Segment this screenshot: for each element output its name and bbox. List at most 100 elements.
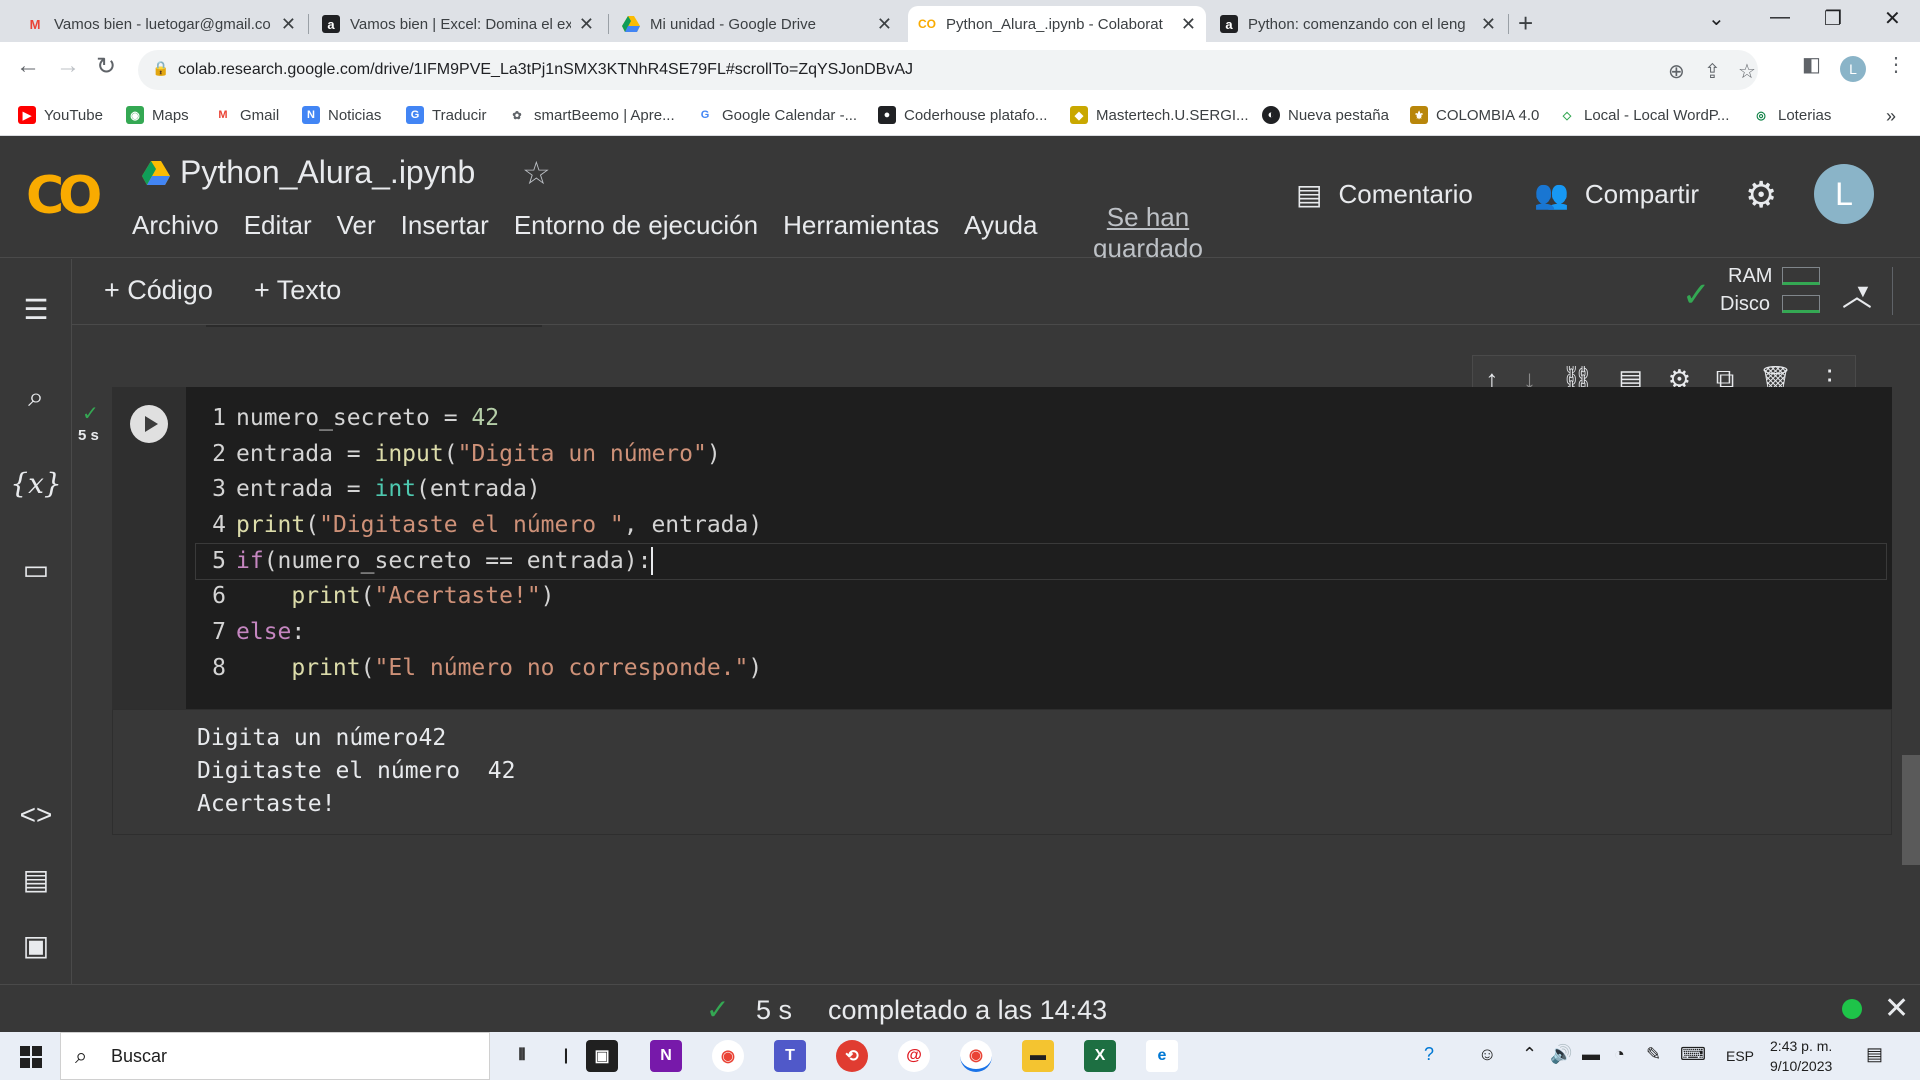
settings-gear-icon[interactable]: ⚙ <box>1745 174 1777 216</box>
code-line[interactable]: 8 print("El número no corresponde.") <box>196 651 1886 687</box>
search-icon[interactable]: ⌕ <box>0 381 72 414</box>
bookmark-maps[interactable]: ◉ Maps <box>126 106 189 124</box>
new-tab-button[interactable]: + <box>1518 8 1533 39</box>
notifications-icon[interactable]: ▤ <box>1866 1044 1883 1065</box>
help-icon[interactable]: ? <box>1424 1044 1434 1065</box>
table-of-contents-icon[interactable]: ☰ <box>0 293 72 326</box>
browser-tab-alura-python[interactable]: a Python: comenzando con el leng ✕ <box>1210 6 1506 42</box>
back-icon[interactable]: ← <box>16 52 40 80</box>
store-icon[interactable]: ▣ <box>586 1040 618 1072</box>
people-icon[interactable]: ☺ <box>1478 1044 1496 1065</box>
bookmark-youtube[interactable]: ▶ YouTube <box>18 106 103 124</box>
star-icon[interactable]: ☆ <box>522 154 551 192</box>
taskbar-search[interactable]: ⌕ Buscar <box>60 1032 490 1080</box>
notebook-title[interactable]: Python_Alura_.ipynb <box>142 154 475 191</box>
add-text-cell-button[interactable]: + Texto <box>254 275 341 306</box>
bookmark-mastertech[interactable]: ◆ Mastertech.U.SERGI... <box>1070 106 1249 124</box>
close-tab-icon[interactable]: ✕ <box>877 14 892 35</box>
file-explorer-icon[interactable]: ▬ <box>1022 1040 1054 1072</box>
share-page-icon[interactable]: ⇪ <box>1704 59 1721 84</box>
teams-icon[interactable]: T <box>774 1040 806 1072</box>
language-indicator[interactable]: ESP <box>1726 1048 1754 1064</box>
lock-icon[interactable]: 🔒 <box>152 60 169 77</box>
browser-tab-alura-excel[interactable]: a Vamos bien | Excel: Domina el ex ✕ <box>312 6 604 42</box>
zoom-icon[interactable]: ⊕ <box>1668 59 1685 84</box>
anydesk-icon[interactable]: ⟲ <box>836 1040 868 1072</box>
menu-ver[interactable]: Ver <box>337 210 376 241</box>
chrome-icon[interactable]: ◉ <box>712 1040 744 1072</box>
code-editor[interactable]: 1 numero_secreto = 42 2 entrada = input("D… <box>195 401 1887 687</box>
bookmark-star-icon[interactable]: ☆ <box>1738 59 1756 84</box>
code-cell[interactable]: 1 numero_secreto = 42 2 entrada = input("D… <box>112 387 1892 709</box>
collapse-header-icon[interactable]: ︿ <box>1842 271 1872 315</box>
tab-search-icon[interactable]: ⌄ <box>1708 6 1725 31</box>
colab-logo[interactable]: CO <box>26 166 102 226</box>
code-line[interactable]: 3 entrada = int(entrada) <box>196 472 1886 508</box>
address-bar[interactable]: 🔒 colab.research.google.com/drive/1IFM9P… <box>138 50 1758 90</box>
app-at-icon[interactable]: @ <box>898 1040 930 1072</box>
pen-icon[interactable]: ✎ <box>1646 1044 1661 1065</box>
excel-icon[interactable]: X <box>1084 1040 1116 1072</box>
browser-tab-colab[interactable]: CO Python_Alura_.ipynb - Colaborat ✕ <box>908 6 1206 42</box>
terminal-icon[interactable]: ▣ <box>0 929 72 962</box>
forward-icon[interactable]: → <box>56 52 80 80</box>
close-tab-icon[interactable]: ✕ <box>579 14 594 35</box>
bookmark-loterias[interactable]: ◎ Loterias <box>1752 106 1831 124</box>
code-line[interactable]: 1 numero_secreto = 42 <box>196 401 1886 437</box>
bookmark-coderhouse[interactable]: ● Coderhouse platafo... <box>878 106 1047 124</box>
clock[interactable]: 2:43 p. m. 9/10/2023 <box>1770 1036 1832 1076</box>
close-status-icon[interactable]: ✕ <box>1884 991 1909 1026</box>
code-line[interactable]: 4 print("Digitaste el número ", entrada) <box>196 508 1886 544</box>
bookmark-colombia[interactable]: ⚜ COLOMBIA 4.0 <box>1410 106 1539 124</box>
windows-start-icon[interactable] <box>20 1046 42 1068</box>
wifi-icon[interactable]: ◔ <box>1614 1044 1625 1065</box>
files-folder-icon[interactable]: ▭ <box>0 553 72 586</box>
menu-entorno-ejecucion[interactable]: Entorno de ejecución <box>514 210 758 241</box>
more-bookmarks-icon[interactable]: » <box>1886 106 1896 127</box>
code-line-current[interactable]: 5 if(numero_secreto == entrada): <box>195 542 1887 581</box>
code-line[interactable]: 6 print("Acertaste!") <box>196 579 1886 615</box>
url-text[interactable]: colab.research.google.com/drive/1IFM9PVE… <box>178 61 913 79</box>
menu-archivo[interactable]: Archivo <box>132 210 219 241</box>
restore-icon[interactable]: ❐ <box>1824 6 1842 31</box>
bookmark-noticias[interactable]: N Noticias <box>302 106 381 124</box>
code-snippets-icon[interactable]: <> <box>0 799 72 831</box>
browser-profile-avatar[interactable]: L <box>1840 56 1866 82</box>
share-button[interactable]: 👥 Compartir <box>1534 178 1699 211</box>
command-palette-icon[interactable]: ▤ <box>0 863 72 896</box>
vertical-scrollbar[interactable] <box>1902 755 1920 865</box>
minimize-icon[interactable]: — <box>1770 6 1790 29</box>
chrome-profile-icon[interactable]: ◉ <box>960 1040 992 1072</box>
run-cell-button[interactable] <box>130 405 168 443</box>
keyboard-icon[interactable]: ⌨ <box>1680 1044 1706 1065</box>
menu-herramientas[interactable]: Herramientas <box>783 210 939 241</box>
close-window-icon[interactable]: ✕ <box>1884 6 1901 31</box>
menu-ayuda[interactable]: Ayuda <box>964 210 1037 241</box>
reload-icon[interactable]: ↻ <box>96 52 116 81</box>
bookmark-smartbeemo[interactable]: ✿ smartBeemo | Apre... <box>508 106 675 124</box>
account-avatar[interactable]: L <box>1814 164 1874 224</box>
task-view-icon[interactable]: ⫴ <box>506 1040 538 1072</box>
close-tab-icon[interactable]: ✕ <box>281 14 296 35</box>
variables-icon[interactable]: {x} <box>0 467 72 500</box>
side-panel-icon[interactable]: ◧ <box>1802 52 1821 77</box>
close-tab-icon[interactable]: ✕ <box>1181 14 1196 35</box>
bookmark-traducir[interactable]: G Traducir <box>406 106 486 124</box>
onenote-icon[interactable]: N <box>650 1040 682 1072</box>
save-status-link[interactable]: Se han guardado <box>1088 202 1208 258</box>
close-tab-icon[interactable]: ✕ <box>1481 14 1496 35</box>
menu-insertar[interactable]: Insertar <box>401 210 489 241</box>
bookmark-google-calendar[interactable]: G Google Calendar -... <box>696 106 857 124</box>
browser-menu-icon[interactable]: ⋮ <box>1886 52 1906 77</box>
bookmark-local-wordpress[interactable]: ◇ Local - Local WordP... <box>1558 106 1729 124</box>
code-line[interactable]: 2 entrada = input("Digita un número") <box>196 437 1886 473</box>
bookmark-nueva-pestana[interactable]: ◐ Nueva pestaña <box>1262 106 1389 124</box>
volume-icon[interactable]: 🔊 <box>1550 1044 1572 1065</box>
code-line[interactable]: 7 else: <box>196 615 1886 651</box>
browser-tab-drive[interactable]: Mi unidad - Google Drive ✕ <box>612 6 902 42</box>
comment-button[interactable]: ▤ Comentario <box>1296 178 1473 211</box>
battery-icon[interactable]: ▬ <box>1582 1044 1600 1065</box>
browser-tab-gmail[interactable]: M Vamos bien - luetogar@gmail.co ✕ <box>16 6 306 42</box>
bookmark-gmail[interactable]: M Gmail <box>214 106 279 124</box>
tray-chevron-icon[interactable]: ⌃ <box>1522 1044 1537 1065</box>
